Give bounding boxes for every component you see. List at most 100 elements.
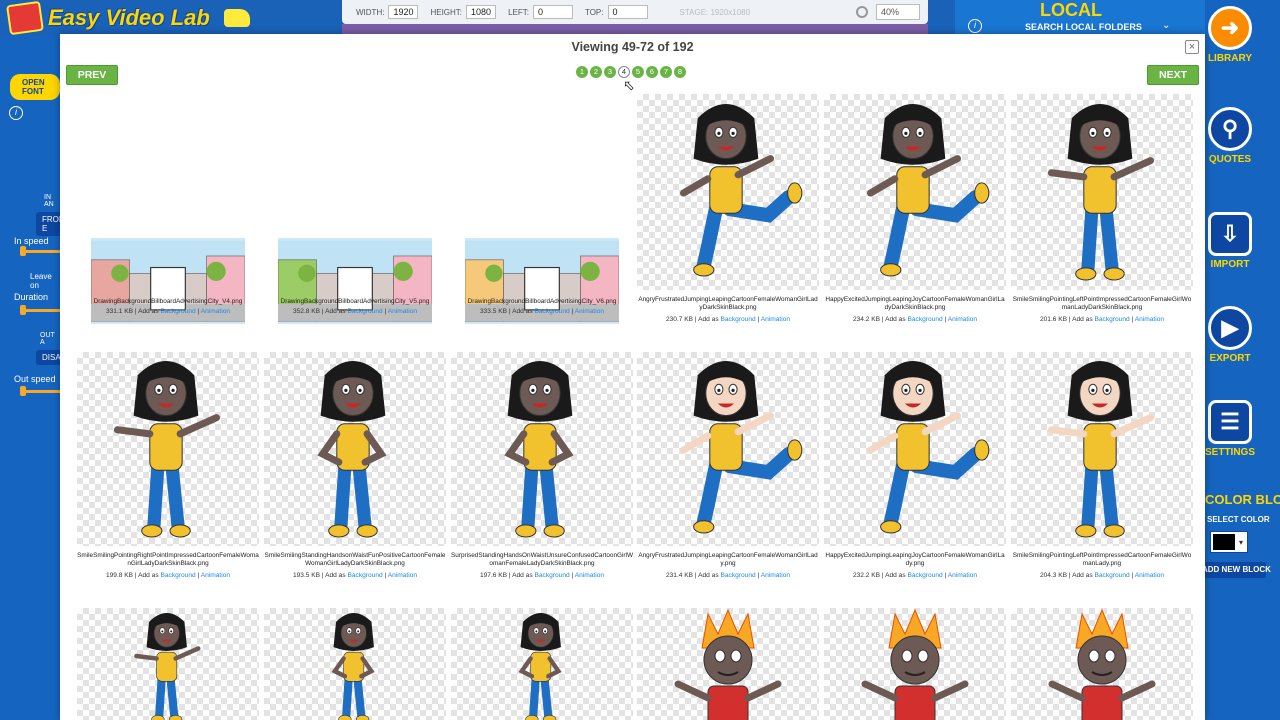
add-as-background-link[interactable]: Background (160, 572, 195, 579)
add-as-label: Add as (698, 316, 719, 323)
zoom-search-icon[interactable] (856, 6, 868, 18)
width-input[interactable]: 1920 (388, 5, 419, 19)
image-thumbnail[interactable] (824, 94, 1006, 290)
file-size: 231.4 KB (665, 572, 694, 579)
image-thumbnail[interactable] (264, 352, 446, 546)
file-size: 331.1 KB (105, 308, 134, 315)
image-thumbnail[interactable] (1011, 608, 1193, 720)
add-as-background-link[interactable]: Background (534, 308, 569, 315)
chevron-down-icon[interactable]: ⌄ (1162, 20, 1170, 31)
file-name: AngryFrustratedJumpingLeapingCartoonFema… (638, 552, 818, 567)
prev-button[interactable]: PREV (66, 65, 118, 85)
export-button[interactable]: ▶ EXPORT (1205, 306, 1255, 364)
image-thumbnail[interactable] (637, 352, 819, 546)
add-as-background-link[interactable]: Background (534, 572, 569, 579)
page-8-button[interactable]: 8 (674, 66, 686, 78)
image-thumbnail[interactable] (824, 608, 1006, 720)
play-icon: ▶ (1208, 306, 1252, 350)
open-font-button[interactable]: OPEN FONT (10, 74, 60, 100)
mouse-cursor-icon: ⬁ (623, 77, 635, 93)
in-speed-slider[interactable] (20, 246, 60, 256)
add-as-animation-link[interactable]: Animation (201, 572, 230, 579)
image-thumbnail[interactable] (824, 352, 1006, 546)
add-as-animation-link[interactable]: Animation (575, 572, 604, 579)
height-input[interactable]: 1080 (466, 5, 497, 19)
in-speed-label: In speed (14, 236, 49, 246)
duration-slider[interactable] (20, 305, 60, 315)
add-as-background-link[interactable]: Background (720, 316, 755, 323)
page-1-button[interactable]: 1 (576, 66, 588, 78)
image-thumbnail[interactable] (451, 352, 633, 546)
add-as-animation-link[interactable]: Animation (1135, 572, 1164, 579)
image-thumbnail[interactable] (637, 608, 819, 720)
settings-label: SETTINGS (1205, 447, 1256, 458)
out-speed-slider[interactable] (20, 386, 60, 396)
file-meta: 204.3 KB | Add as Background | Animation (1039, 572, 1165, 579)
info-icon-left[interactable]: i (9, 106, 23, 120)
color-picker[interactable]: ▾ (1210, 531, 1248, 553)
page-3-button[interactable]: 3 (604, 66, 616, 78)
file-size: 232.2 KB (852, 572, 881, 579)
add-as-animation-link[interactable]: Animation (761, 572, 790, 579)
add-as-animation-link[interactable]: Animation (201, 308, 230, 315)
file-name: DrawingBackgroundBillboardAdvertisingCit… (93, 298, 243, 305)
file-name: HappyExcitedJumpingLeapingJoyCartoonFema… (825, 296, 1005, 311)
add-as-background-link[interactable]: Background (347, 308, 382, 315)
add-as-animation-link[interactable]: Animation (1135, 316, 1164, 323)
import-button[interactable]: ⇩ IMPORT (1205, 212, 1255, 270)
width-label: WIDTH: (356, 7, 385, 17)
clipboard-icon: ☰ (1208, 400, 1252, 444)
file-size: 333.5 KB (479, 308, 508, 315)
close-icon[interactable]: × (1185, 40, 1199, 54)
page-7-button[interactable]: 7 (660, 66, 672, 78)
image-thumbnail[interactable] (77, 352, 259, 546)
add-as-background-link[interactable]: Background (907, 316, 942, 323)
image-browser-modal: Viewing 49-72 of 192 × PREV NEXT 1234567… (60, 34, 1205, 720)
add-as-animation-link[interactable]: Animation (388, 308, 417, 315)
duration-label: Duration (14, 292, 49, 302)
add-as-background-link[interactable]: Background (1094, 316, 1129, 323)
file-name: AngryFrustratedJumpingLeapingCartoonFema… (638, 296, 818, 311)
add-as-label: Add as (325, 308, 346, 315)
speech-bubble-icon (223, 9, 250, 27)
image-thumbnail[interactable] (264, 608, 446, 720)
settings-button[interactable]: ☰ SETTINGS (1205, 400, 1255, 458)
file-meta: 231.4 KB | Add as Background | Animation (665, 572, 791, 579)
add-as-animation-link[interactable]: Animation (761, 316, 790, 323)
add-as-background-link[interactable]: Background (160, 308, 195, 315)
add-as-background-link[interactable]: Background (720, 572, 755, 579)
add-as-label: Add as (885, 572, 906, 579)
add-as-background-link[interactable]: Background (347, 572, 382, 579)
info-icon[interactable]: i (968, 19, 982, 33)
add-new-block-button[interactable]: ADD NEW BLOCK (1202, 562, 1271, 578)
add-as-background-link[interactable]: Background (907, 572, 942, 579)
page-2-button[interactable]: 2 (590, 66, 602, 78)
add-as-animation-link[interactable]: Animation (575, 308, 604, 315)
page-6-button[interactable]: 6 (646, 66, 658, 78)
logo-text: Easy Video Lab (48, 5, 210, 30)
image-thumbnail[interactable] (77, 608, 259, 720)
file-meta: 193.5 KB | Add as Background | Animation (292, 572, 418, 579)
file-size: 204.3 KB (1039, 572, 1068, 579)
out-animation-label: OUT A (40, 332, 55, 346)
add-as-background-link[interactable]: Background (1094, 572, 1129, 579)
add-as-animation-link[interactable]: Animation (948, 316, 977, 323)
image-thumbnail[interactable] (1011, 94, 1193, 290)
left-input[interactable]: 0 (532, 5, 573, 19)
image-thumbnail[interactable] (1011, 352, 1193, 546)
file-name: HappyExcitedJumpingLeapingJoyCartoonFema… (825, 552, 1005, 567)
add-as-animation-link[interactable]: Animation (388, 572, 417, 579)
zoom-select[interactable]: 40% (876, 4, 920, 20)
quotes-button[interactable]: ⚲ QUOTES (1205, 107, 1255, 165)
add-as-animation-link[interactable]: Animation (948, 572, 977, 579)
stage-size-bar: WIDTH: 1920 HEIGHT: 1080 LEFT: 0 TOP: 0 … (342, 0, 928, 24)
top-input[interactable]: 0 (607, 5, 648, 19)
import-icon: ⇩ (1208, 212, 1252, 256)
file-name: SmileSmilingPointingLeftPointImpressedCa… (1012, 552, 1192, 567)
image-thumbnail[interactable] (637, 94, 819, 290)
library-button[interactable]: ➜ LIBRARY (1205, 6, 1255, 64)
image-thumbnail[interactable] (451, 608, 633, 720)
next-button[interactable]: NEXT (1147, 65, 1199, 85)
in-animation-label: IN AN (44, 194, 54, 208)
local-folders-dropdown[interactable]: SEARCH LOCAL FOLDERS (1025, 22, 1142, 32)
